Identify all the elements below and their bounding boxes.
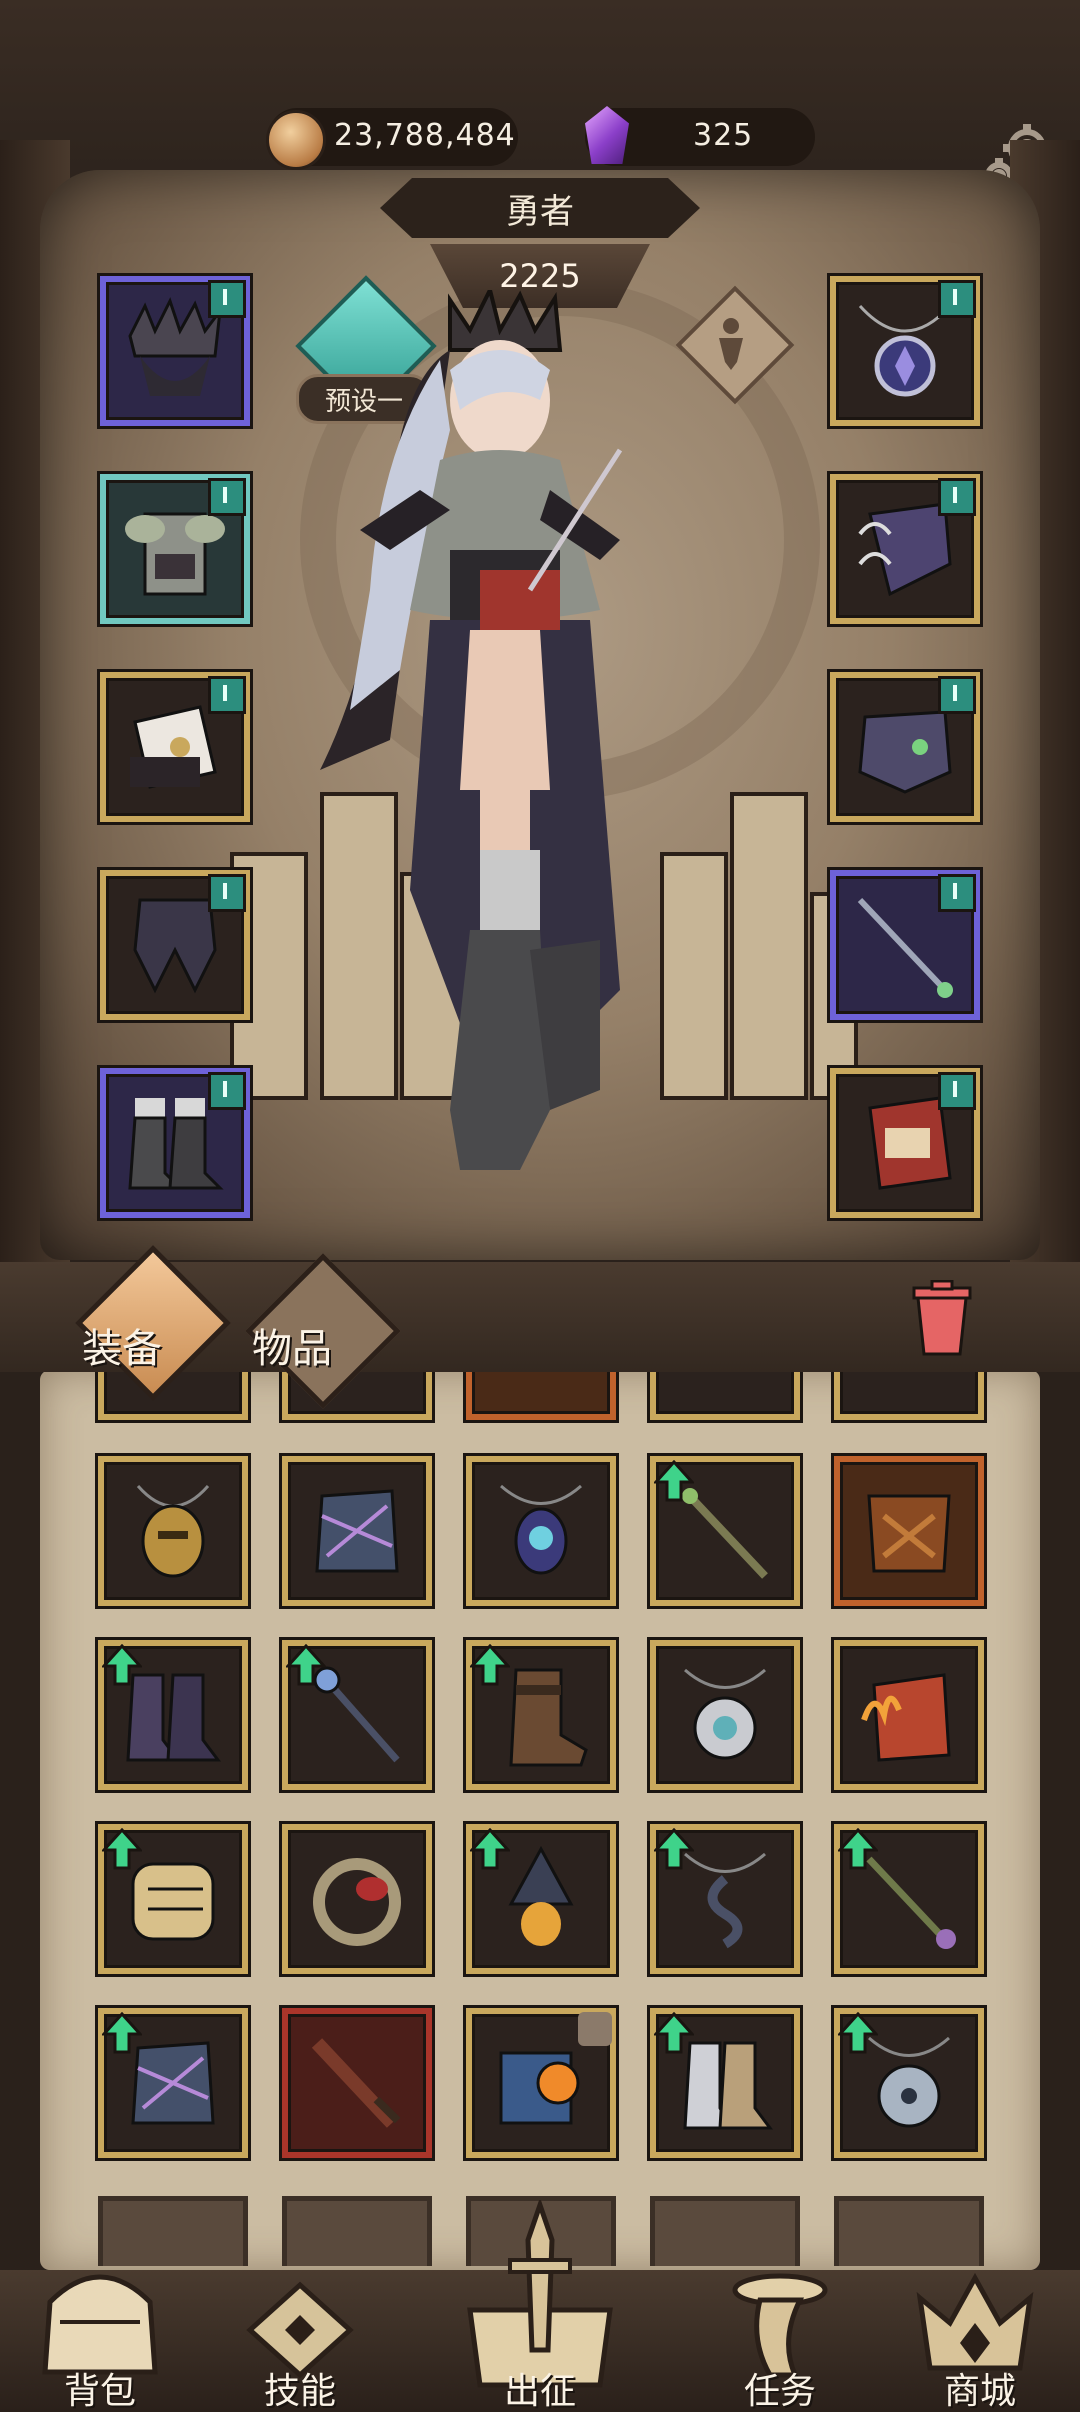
inventory-slot[interactable] <box>466 1640 616 1790</box>
inventory-slot[interactable] <box>466 2008 616 2158</box>
inventory-slot[interactable] <box>98 1640 248 1790</box>
tab-equipment-label[interactable]: 装备 <box>82 1316 162 1374</box>
inventory-slot[interactable] <box>650 1824 800 1974</box>
equip-slot-hands[interactable] <box>100 672 250 822</box>
eye-pendant-icon <box>500 1484 582 1575</box>
inventory-slot[interactable] <box>650 2008 800 2158</box>
game-screen: 23,788,484 325 勇者 2225 预设一 装备 物品 背包 技能 出… <box>0 0 1080 2412</box>
hero-name-text: 勇者 <box>506 191 574 232</box>
nav-bag-label: 背包 <box>63 2371 136 2412</box>
upgrade-arrow-icon <box>102 1644 142 1686</box>
upgrade-arrow-icon <box>654 1828 694 1870</box>
equip-slot-neck[interactable] <box>830 276 980 426</box>
upgrade-arrow-icon <box>102 1828 142 1870</box>
equip-slot-head[interactable] <box>100 276 250 426</box>
equipped-tag-icon <box>208 478 246 516</box>
inventory-slot[interactable] <box>282 2008 432 2158</box>
inventory-slot[interactable] <box>466 1456 616 1606</box>
serpent-ring-icon <box>313 1858 401 1946</box>
inventory-slot[interactable] <box>834 1824 984 1974</box>
upgrade-arrow-icon <box>470 1644 510 1686</box>
equip-slot-legs[interactable] <box>100 870 250 1020</box>
empty-slot[interactable] <box>98 2196 248 2266</box>
gem-counter[interactable]: 325 <box>585 106 815 166</box>
upgrade-arrow-icon <box>838 1828 878 1870</box>
equip-slot-gloves[interactable] <box>830 474 980 624</box>
empty-slot[interactable] <box>650 2196 800 2266</box>
inventory-slot[interactable] <box>650 1456 800 1606</box>
inventory-slot[interactable] <box>98 1456 248 1606</box>
equipped-tag-icon <box>938 676 976 714</box>
flame-tome-icon <box>861 1673 951 1762</box>
gem-amount: 325 <box>693 118 754 153</box>
inventory-slot[interactable] <box>834 2008 984 2158</box>
equip-slot-weapon[interactable] <box>830 870 980 1020</box>
inventory-slot[interactable] <box>282 1824 432 1974</box>
equipped-tag-icon <box>938 280 976 318</box>
equip-slot-feet[interactable] <box>100 1068 250 1218</box>
equip-slot-offhand[interactable] <box>830 1068 980 1218</box>
upgrade-arrow-icon <box>654 2012 694 2054</box>
equipped-tag-icon <box>938 874 976 912</box>
nav-quests-label: 任务 <box>743 2371 816 2412</box>
upgrade-arrow-icon <box>838 2012 878 2054</box>
upgrade-arrow-icon <box>470 1828 510 1870</box>
gold-amount: 23,788,484 <box>334 118 516 153</box>
equipped-tag-icon <box>208 874 246 912</box>
inventory-slot[interactable] <box>282 1456 432 1606</box>
trash-icon[interactable] <box>910 1280 974 1356</box>
hero-character <box>320 290 623 1170</box>
inventory-slot[interactable] <box>466 1824 616 1974</box>
inventory-slot[interactable] <box>98 1824 248 1974</box>
inventory-slot[interactable] <box>282 1640 432 1790</box>
equipped-tag-icon <box>208 676 246 714</box>
inventory-slot[interactable] <box>834 1456 984 1606</box>
gold-counter[interactable]: 23,788,484 <box>266 108 518 170</box>
rusted-armor-icon <box>867 1494 951 1573</box>
equipped-tag-icon <box>208 280 246 318</box>
equip-slot-ring[interactable] <box>830 672 980 822</box>
inventory-slot[interactable] <box>650 1640 800 1790</box>
nav-expedition-label: 出征 <box>503 2371 576 2412</box>
empty-slot[interactable] <box>834 2196 984 2266</box>
equipped-tag-icon <box>938 1072 976 1110</box>
nav-skills-label: 技能 <box>263 2371 336 2412</box>
lock-icon <box>578 2012 612 2046</box>
hero-name: 勇者 <box>380 178 700 238</box>
disc-amulet-icon <box>684 1668 766 1760</box>
upgrade-arrow-icon <box>286 1644 326 1686</box>
empty-slot[interactable] <box>282 2196 432 2266</box>
equip-slot-chest[interactable] <box>100 474 250 624</box>
rusty-sword-icon <box>311 2038 401 2128</box>
equipped-tag-icon <box>938 478 976 516</box>
inventory-slot[interactable] <box>98 2008 248 2158</box>
upgrade-arrow-icon <box>102 2012 142 2054</box>
person-icon <box>719 318 743 370</box>
equipped-tag-icon <box>208 1072 246 1110</box>
gold-coin-icon <box>266 110 326 170</box>
golden-mask-amulet-icon <box>136 1485 210 1578</box>
tab-items-label[interactable]: 物品 <box>252 1316 332 1374</box>
thorn-robe-icon <box>315 1489 399 1573</box>
upgrade-arrow-icon <box>654 1460 694 1502</box>
inventory-slot[interactable] <box>834 1640 984 1790</box>
nav-shop-label: 商城 <box>943 2371 1016 2412</box>
